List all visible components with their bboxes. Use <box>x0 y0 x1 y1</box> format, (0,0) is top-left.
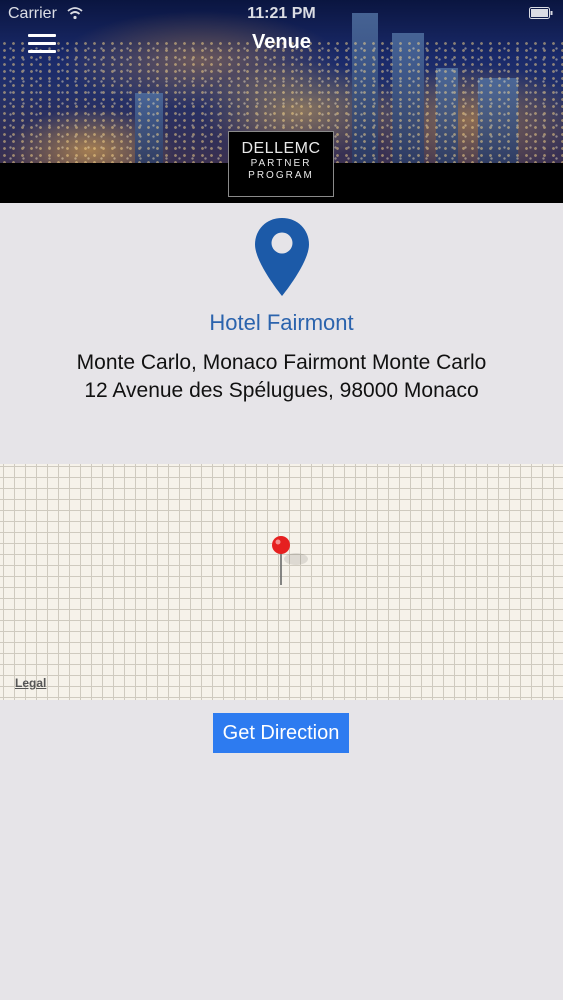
status-time: 11:21 PM <box>247 5 316 22</box>
venue-address-line-2: 12 Avenue des Spélugues, 98000 Monaco <box>84 379 479 402</box>
dell-emc-partner-program-logo: DELLEMC PARTNER PROGRAM <box>228 131 334 197</box>
battery-icon <box>529 7 553 19</box>
venue-address: Monte Carlo, Monaco Fairmont Monte Carlo… <box>0 349 563 405</box>
venue-address-line-1: Monte Carlo, Monaco Fairmont Monte Carlo <box>76 351 487 374</box>
logo-brand: DELLEMC <box>241 140 321 157</box>
status-bar: Carrier 11:21 PM <box>0 0 563 28</box>
page-title: Venue <box>252 31 311 53</box>
venue-name: Hotel Fairmont <box>209 310 354 335</box>
get-direction-button[interactable]: Get Direction <box>213 713 349 753</box>
logo-line-2: PROGRAM <box>248 170 314 181</box>
map-legal-link[interactable]: Legal <box>15 676 46 690</box>
location-pin-icon <box>255 218 309 296</box>
logo-line-1: PARTNER <box>250 158 312 169</box>
map-pin-icon <box>272 536 308 585</box>
